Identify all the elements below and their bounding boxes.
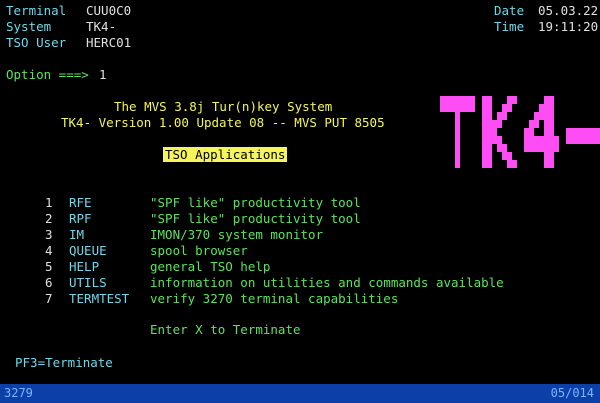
menu-item-termtest[interactable]: TERMTEST — [69, 291, 129, 307]
menu-item-rpf[interactable]: RPF — [69, 211, 92, 227]
section-title: TSO Applications — [163, 147, 288, 163]
logo-pixel — [487, 112, 492, 120]
menu-item-number: 3 — [45, 227, 53, 242]
logo-pixel — [487, 152, 492, 160]
logo-pixel — [512, 96, 517, 104]
logo-pixel — [549, 128, 554, 136]
date-value: 05.03.22 — [538, 3, 599, 18]
logo-pixel — [596, 136, 600, 144]
menu-item-queue[interactable]: QUEUE — [69, 243, 107, 259]
option-prompt: Option ===> — [6, 67, 89, 82]
banner-version: TK4- Version 1.00 Update 08 -- MVS PUT 8… — [61, 115, 385, 130]
logo-pixel — [549, 96, 554, 104]
terminal-label: Terminal — [6, 3, 67, 18]
logo-pixel — [487, 104, 492, 112]
logo-pixel — [497, 120, 502, 128]
logo-pixel — [470, 96, 475, 104]
menu-item-description: verify 3270 terminal capabilities — [150, 291, 399, 306]
menu-item-description: "SPF like" productivity tool — [150, 211, 361, 226]
logo-pixel — [455, 136, 460, 144]
cursor-position: 05/014 — [550, 386, 594, 400]
logo-pixel — [549, 104, 554, 112]
logo-pixel — [554, 144, 559, 152]
logo-pixel — [492, 128, 497, 136]
status-bar: 3279 05/014 — [0, 384, 600, 403]
system-label: System — [6, 19, 52, 34]
menu-item-description: IMON/370 system monitor — [150, 227, 324, 242]
menu-item-im[interactable]: IM — [69, 227, 84, 243]
menu-item-help[interactable]: HELP — [69, 259, 99, 275]
menu-item-description: general TSO help — [150, 259, 271, 274]
pf-key-legend: PF3=Terminate — [15, 355, 113, 370]
menu-item-number: 6 — [45, 275, 53, 290]
time-label: Time — [494, 19, 525, 34]
logo-pixel — [507, 152, 512, 160]
menu-item-utils[interactable]: UTILS — [69, 275, 107, 291]
logo-pixel — [534, 120, 539, 128]
menu-item-number: 1 — [45, 195, 53, 210]
exit-instruction: Enter X to Terminate — [150, 322, 301, 337]
menu-item-description: spool browser — [150, 243, 248, 258]
logo-pixel — [487, 144, 492, 152]
menu-item-number: 7 — [45, 291, 53, 306]
menu-item-number: 5 — [45, 259, 53, 274]
logo-pixel — [502, 144, 507, 152]
logo-pixel — [455, 144, 460, 152]
logo-pixel — [455, 128, 460, 136]
logo-pixel — [549, 152, 554, 160]
logo-pixel — [507, 104, 512, 112]
logo-pixel — [455, 152, 460, 160]
logo-pixel — [529, 128, 534, 136]
menu-item-description: "SPF like" productivity tool — [150, 195, 361, 210]
terminal-value: CUU0C0 — [86, 3, 132, 18]
menu-item-number: 4 — [45, 243, 53, 258]
menu-item-number: 2 — [45, 211, 53, 226]
menu-item-description: information on utilities and commands av… — [150, 275, 504, 290]
menu-item-rfe[interactable]: RFE — [69, 195, 92, 211]
system-value: TK4- — [86, 19, 117, 34]
logo-pixel — [502, 112, 507, 120]
logo-pixel — [455, 112, 460, 120]
logo-pixel — [596, 128, 600, 136]
logo-pixel — [487, 96, 492, 104]
logo-pixel — [512, 160, 517, 168]
date-label: Date — [494, 3, 525, 18]
section-title-text: TSO Applications — [163, 147, 288, 162]
logo-pixel — [487, 160, 492, 168]
logo-pixel — [470, 104, 475, 112]
logo-pixel — [455, 160, 460, 168]
logo-pixel — [549, 120, 554, 128]
logo-pixel — [554, 136, 559, 144]
terminal-model: 3279 — [4, 386, 33, 400]
tso-user-label: TSO User — [6, 35, 67, 50]
logo-pixel — [455, 120, 460, 128]
logo-pixel — [549, 112, 554, 120]
banner-title: The MVS 3.8j Tur(n)key System — [114, 99, 333, 114]
logo-pixel — [549, 160, 554, 168]
option-input[interactable]: 1 — [99, 67, 107, 83]
time-value: 19:11:20 — [538, 19, 599, 34]
logo-pixel — [497, 136, 502, 144]
tso-user-value: HERC01 — [86, 35, 132, 50]
